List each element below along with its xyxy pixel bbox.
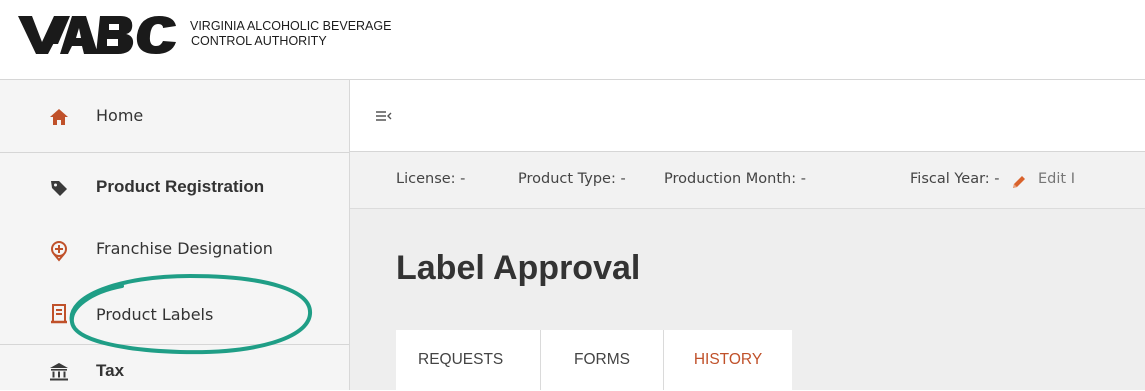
home-icon: [50, 109, 68, 125]
document-label-icon: [51, 304, 67, 324]
pencil-icon[interactable]: [1010, 173, 1028, 191]
sidebar-item-tax[interactable]: Tax: [0, 345, 349, 391]
sidebar-item-product-labels[interactable]: Product Labels: [0, 285, 349, 345]
logo-line-1: VIRGINIA ALCOHOLIC BEVERAGE: [190, 19, 392, 33]
logo-wordmark: VIRGINIA ALCOHOLIC BEVERAGE CONTROL AUTH…: [190, 19, 391, 49]
tag-icon: [51, 181, 67, 196]
page-title: Label Approval: [396, 249, 641, 287]
sidebar-item-home[interactable]: Home: [0, 80, 349, 153]
main-topbar: [350, 79, 1145, 152]
sidebar-item-label: Home: [96, 106, 144, 125]
product-type-filter: Product Type: -: [518, 171, 626, 187]
fiscal-year-filter: Fiscal Year: -: [910, 171, 1000, 187]
sidebar-item-franchise-designation[interactable]: Franchise Designation: [0, 223, 349, 285]
tab-bar: REQUESTS FORMS HISTORY: [396, 330, 792, 390]
sidebar-item-label: Tax: [96, 361, 125, 380]
sidebar-item-label: Product Labels: [96, 305, 214, 324]
tab-history[interactable]: HISTORY: [664, 330, 792, 390]
license-filter: License: -: [396, 171, 466, 187]
location-pin-icon: [51, 241, 67, 262]
sidebar-item-label: Franchise Designation: [96, 239, 273, 258]
logo-line-2: CONTROL AUTHORITY: [191, 34, 327, 48]
filter-bar: License: - Product Type: - Production Mo…: [350, 152, 1145, 209]
sidebar-item-product-registration[interactable]: Product Registration: [0, 153, 349, 223]
app-header: VIRGINIA ALCOHOLIC BEVERAGE CONTROL AUTH…: [0, 0, 1145, 73]
edit-filters-link[interactable]: Edit I: [1038, 171, 1075, 187]
production-month-filter: Production Month: -: [664, 171, 806, 187]
sidebar-item-label: Product Registration: [96, 177, 265, 196]
collapse-menu-icon[interactable]: [375, 108, 393, 124]
sidebar-nav: Home Product Registration Franchise Desi…: [0, 79, 350, 390]
main-content: Label Approval REQUESTS FORMS HISTORY: [350, 209, 1145, 390]
tab-requests[interactable]: REQUESTS: [396, 330, 541, 390]
bank-icon: [50, 363, 68, 381]
va-abc-logo[interactable]: [16, 12, 182, 58]
tab-forms[interactable]: FORMS: [541, 330, 664, 390]
